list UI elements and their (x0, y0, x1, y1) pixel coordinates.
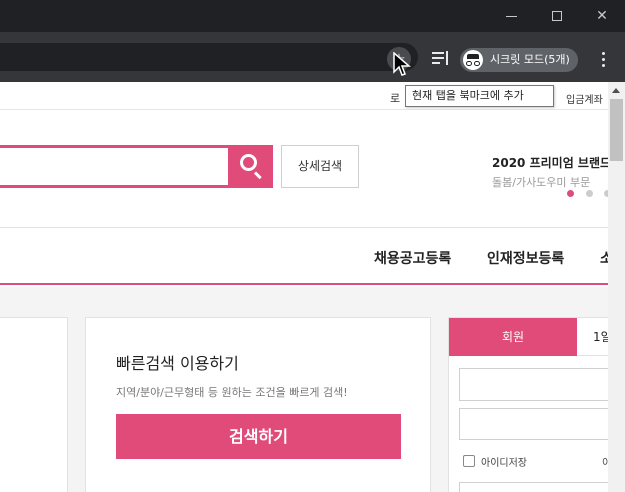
quick-search-description: 지역/분야/근무형태 등 원하는 조건을 빠르게 검색! (116, 386, 348, 399)
search-button[interactable] (228, 145, 273, 188)
carousel-dot-2[interactable] (586, 190, 593, 197)
menu-dots-icon[interactable] (597, 51, 609, 69)
browser-toolbar: ☆ 시크릿 모드(5개) (0, 32, 625, 82)
search-icon (240, 154, 257, 171)
scroll-thumb[interactable] (610, 99, 623, 161)
bookmark-tooltip: 현재 탭을 북마크에 추가 (405, 85, 554, 107)
minimize-icon (505, 15, 517, 17)
left-card (0, 317, 68, 492)
remember-id-label: 아이디저장 (481, 458, 527, 469)
main-nav: 채용공고등록 인재정보등록 소 (0, 227, 625, 285)
bank-account-link[interactable]: 입금계좌 (566, 91, 603, 106)
scroll-up-icon[interactable] (612, 88, 620, 93)
promo-subtitle: 돌봄/가사도우미 부문 (492, 176, 591, 189)
login-id-field[interactable] (459, 368, 619, 401)
incognito-profile-button[interactable]: 시크릿 모드(5개) (460, 48, 578, 72)
quick-search-card: 빠른검색 이용하기 지역/분야/근무형태 등 원하는 조건을 빠르게 검색! 검… (85, 317, 431, 492)
nav-item-resume[interactable]: 인재정보등록 (487, 248, 564, 268)
browser-title-bar: ✕ (0, 0, 625, 32)
promo-title: 2020 프리미엄 브랜드 대상 (492, 156, 625, 170)
nav-item-job-post[interactable]: 채용공고등록 (374, 248, 451, 268)
tab-member[interactable]: 회원 (449, 318, 577, 356)
incognito-icon (463, 50, 483, 70)
login-button[interactable] (459, 482, 619, 492)
web-page: 로 입금계좌 현재 탭을 북마크에 추가 상세검색 2020 프리미엄 브랜드 … (0, 82, 625, 492)
carousel-dot-1[interactable] (567, 190, 574, 197)
search-input[interactable] (0, 145, 228, 188)
minimize-button[interactable] (488, 0, 534, 32)
maximize-icon (552, 11, 562, 21)
incognito-label: 시크릿 모드(5개) (490, 53, 570, 66)
quick-search-button[interactable]: 검색하기 (116, 414, 401, 459)
login-link[interactable]: 로 (390, 90, 400, 106)
close-window-button[interactable]: ✕ (579, 0, 625, 32)
quick-search-title: 빠른검색 이용하기 (116, 354, 239, 373)
screen: ✕ ☆ 시크릿 모드(5개) 로 입금계좌 현재 탭을 북마크에 추가 (0, 0, 625, 492)
login-password-field[interactable] (459, 408, 619, 440)
reading-list-icon[interactable] (432, 51, 450, 67)
page-scrollbar[interactable] (608, 82, 625, 492)
login-box: 회원 1일 아이디저장 이 (448, 317, 625, 492)
close-icon: ✕ (596, 8, 608, 24)
detail-search-button[interactable]: 상세검색 (281, 145, 359, 188)
address-bar[interactable] (0, 43, 418, 71)
remember-id-checkbox[interactable] (463, 455, 475, 467)
cursor-icon (393, 52, 411, 76)
maximize-button[interactable] (534, 0, 580, 32)
